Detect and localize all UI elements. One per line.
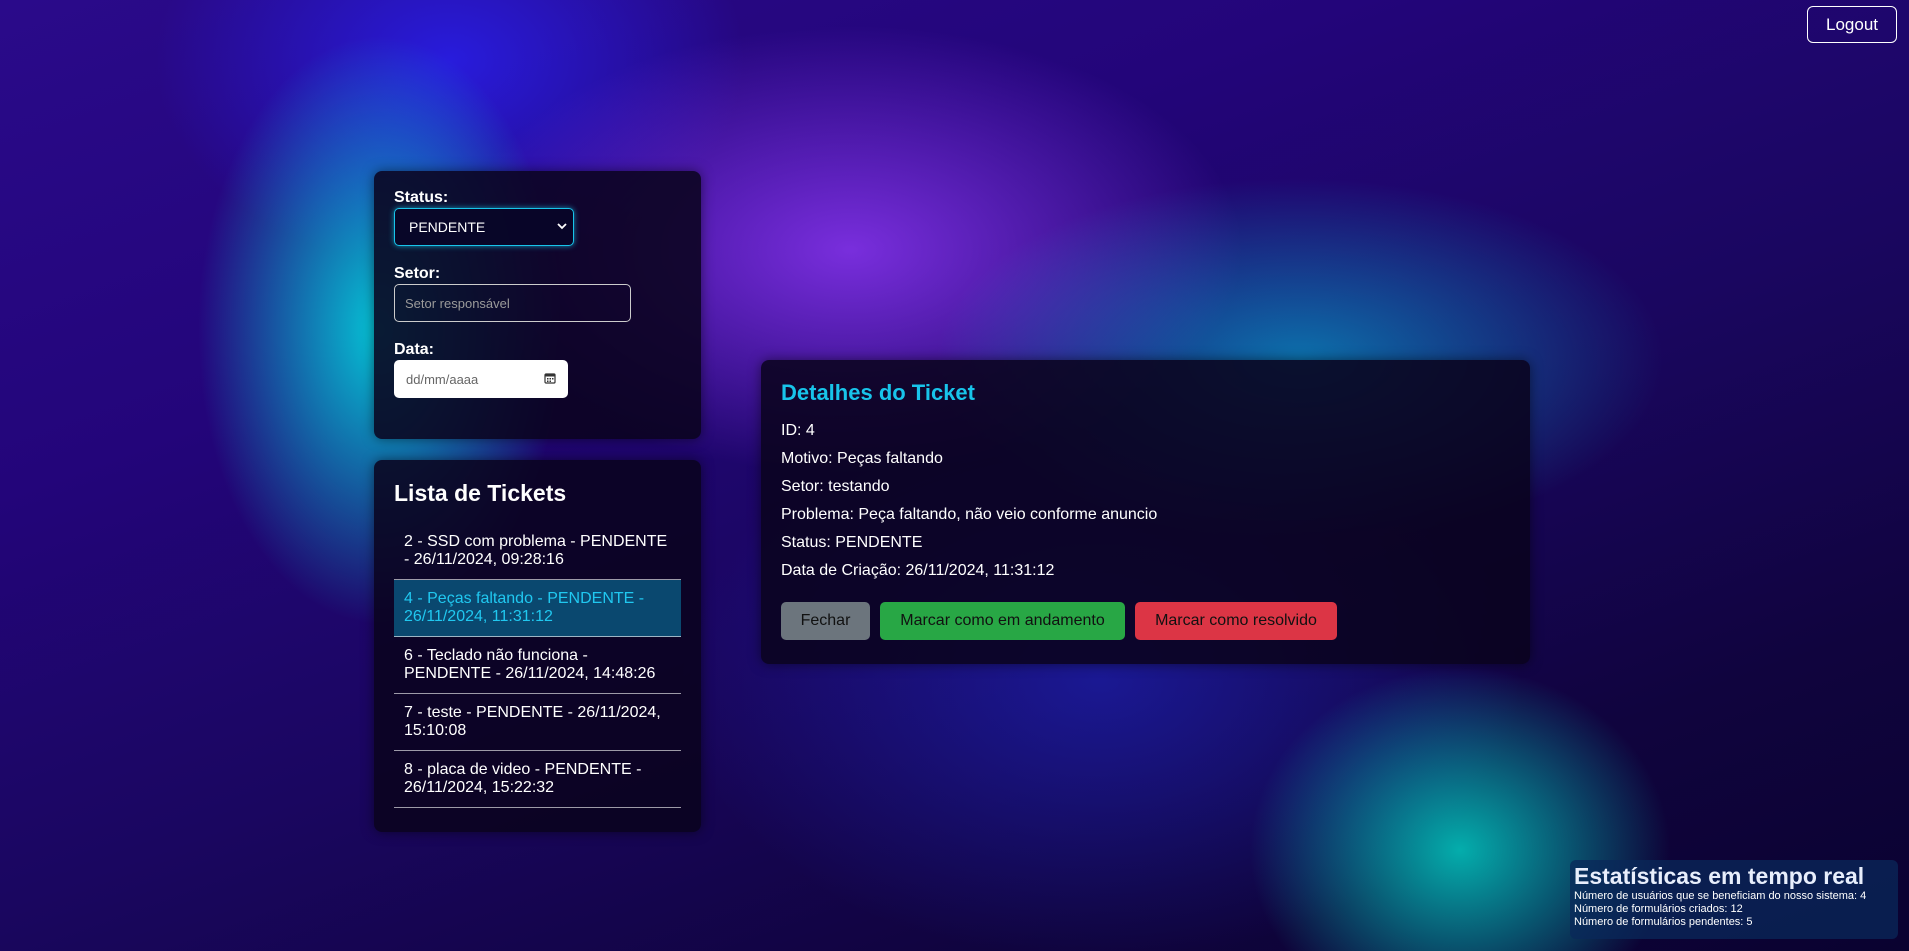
ticket-action-buttons: Fechar Marcar como em andamento Marcar c… [781, 602, 1510, 640]
date-input[interactable]: dd/mm/aaaa [394, 360, 568, 398]
status-select-value: PENDENTE [409, 219, 486, 235]
ticket-list-item[interactable]: 8 - placa de video - PENDENTE - 26/11/20… [394, 751, 681, 808]
calendar-icon[interactable] [544, 372, 556, 387]
ticket-id: ID: 4 [781, 422, 815, 439]
ticket-list-item[interactable]: 2 - SSD com problema - PENDENTE - 26/11/… [394, 523, 681, 580]
stats-forms-created: Número de formulários criados: 12 [1574, 903, 1743, 915]
ticket-list-title: Lista de Tickets [394, 480, 567, 506]
chevron-down-icon [557, 221, 567, 233]
ticket-list-item[interactable]: 6 - Teclado não funciona - PENDENTE - 26… [394, 637, 681, 694]
status-select[interactable]: PENDENTE [394, 208, 574, 246]
ticket-list-item-selected[interactable]: 4 - Peças faltando - PENDENTE - 26/11/20… [394, 580, 681, 637]
filter-panel: Status: PENDENTE Setor: Setor responsáve… [374, 171, 701, 439]
setor-label: Setor: [394, 265, 441, 282]
data-label: Data: [394, 341, 435, 358]
ticket-problema: Problema: Peça faltando, não veio confor… [781, 506, 1158, 523]
setor-placeholder: Setor responsável [405, 295, 510, 311]
ticket-details-panel: Detalhes do Ticket ID: 4 Motivo: Peças f… [761, 360, 1530, 664]
close-button[interactable]: Fechar [781, 602, 870, 640]
ticket-data-criacao: Data de Criação: 26/11/2024, 11:31:12 [781, 562, 1055, 579]
stats-title: Estatísticas em tempo real [1574, 863, 1865, 889]
ticket-details-title: Detalhes do Ticket [781, 380, 975, 405]
ticket-list-panel: Lista de Tickets 2 - SSD com problema - … [374, 460, 701, 832]
stats-users: Número de usuários que se beneficiam do … [1574, 890, 1867, 902]
mark-in-progress-button[interactable]: Marcar como em andamento [880, 602, 1125, 640]
ticket-motivo: Motivo: Peças faltando [781, 450, 943, 467]
ticket-list-item[interactable]: 7 - teste - PENDENTE - 26/11/2024, 15:10… [394, 694, 681, 751]
stats-panel: Estatísticas em tempo real Número de usu… [1570, 860, 1898, 939]
mark-resolved-button[interactable]: Marcar como resolvido [1135, 602, 1337, 640]
setor-input[interactable]: Setor responsável [394, 284, 631, 322]
logout-button[interactable]: Logout [1807, 6, 1897, 43]
ticket-setor: Setor: testando [781, 478, 890, 495]
ticket-status: Status: PENDENTE [781, 534, 923, 551]
date-placeholder: dd/mm/aaaa [406, 371, 479, 387]
stats-forms-pending: Número de formulários pendentes: 5 [1574, 916, 1753, 928]
status-label: Status: [394, 189, 449, 206]
